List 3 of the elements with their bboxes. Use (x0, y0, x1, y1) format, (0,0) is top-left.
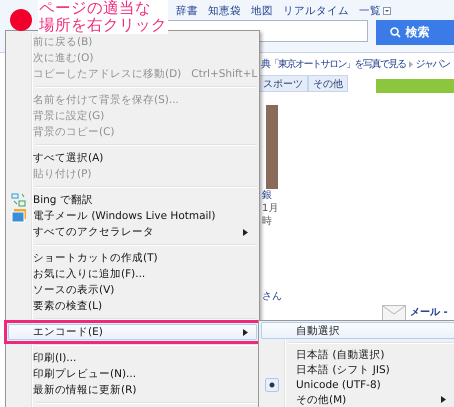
annotation-text: ページの適当な 場所を右クリック (38, 0, 168, 34)
story-time: 時 (262, 215, 272, 228)
story-date: 1月 (262, 202, 278, 215)
